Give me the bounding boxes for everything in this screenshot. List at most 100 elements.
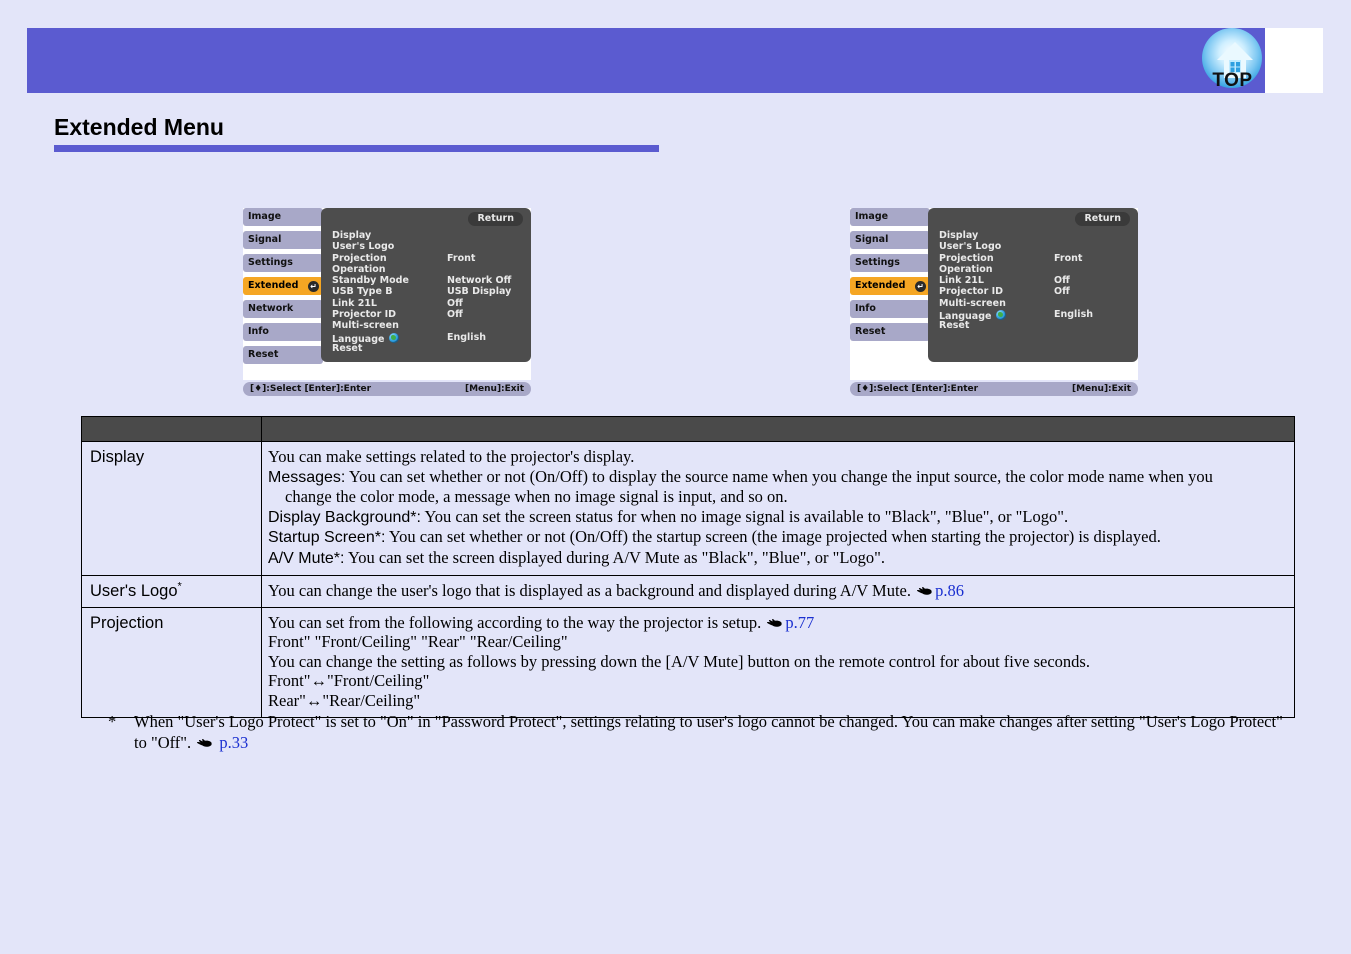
osd-menu-row-label: Standby Mode bbox=[332, 275, 409, 287]
footnote-page-link[interactable]: p.33 bbox=[219, 733, 248, 752]
top-icon-label: TOP bbox=[1212, 70, 1253, 91]
osd-left-return-button[interactable]: Return bbox=[468, 212, 523, 226]
osd-menu-row-label: User's Logo bbox=[939, 241, 1002, 253]
osd-menu-row[interactable]: Projection Front bbox=[332, 253, 525, 264]
osd-menu-row[interactable]: Language English bbox=[332, 331, 525, 345]
osd-menu-row[interactable]: User's Logo bbox=[332, 241, 525, 252]
table-header-cell-name bbox=[81, 416, 262, 442]
osd-menu-row[interactable]: Reset bbox=[939, 320, 1132, 331]
osd-sidebar-item-reset[interactable]: Reset bbox=[243, 346, 323, 364]
description-term: A/V Mute*: bbox=[268, 549, 345, 567]
osd-menu-row[interactable]: Operation bbox=[332, 264, 525, 275]
osd-sidebar-item-image[interactable]: Image bbox=[243, 208, 323, 226]
osd-menu-row[interactable]: Multi-screen bbox=[332, 320, 525, 331]
osd-menu-row[interactable]: User's Logo bbox=[939, 241, 1132, 252]
osd-menu-row[interactable]: Projection Front bbox=[939, 253, 1132, 264]
globe-icon bbox=[996, 310, 1007, 321]
osd-sidebar-item-extended[interactable]: Extended ↵ bbox=[850, 277, 930, 295]
osd-right-sidebar: Image Signal Settings Extended ↵ Info Reset bbox=[850, 208, 930, 346]
osd-screenshot-left: Image Signal Settings Extended ↵ Network Info R… bbox=[243, 208, 531, 396]
osd-menu-row-value: English bbox=[447, 331, 486, 343]
osd-menu-row[interactable]: Display bbox=[939, 230, 1132, 241]
osd-menu-row[interactable]: Projector ID Off bbox=[939, 286, 1132, 297]
table-cell-setting-name: User's Logo* bbox=[81, 574, 262, 608]
footnote: * When "User's Logo Protect" is set to "… bbox=[108, 711, 1293, 753]
osd-menu-row-label: Display bbox=[332, 230, 372, 241]
osd-menu-row[interactable]: Standby Mode Network Off bbox=[332, 275, 525, 286]
osd-sidebar-item-settings[interactable]: Settings bbox=[243, 254, 323, 272]
table-row: User's Logo* You can change the user's lo… bbox=[81, 574, 1295, 608]
description-text: You can set the screen status for when n… bbox=[420, 506, 1069, 526]
description-term: Display Background*: bbox=[268, 508, 421, 526]
osd-menu-row-value: Off bbox=[1054, 275, 1070, 287]
osd-menu-row-value: Network Off bbox=[447, 275, 512, 287]
osd-menu-row-label: Operation bbox=[939, 263, 993, 275]
osd-sidebar-item-label: Reset bbox=[855, 326, 886, 337]
osd-sidebar-item-network[interactable]: Network bbox=[243, 300, 323, 318]
osd-sidebar-item-label: Network bbox=[248, 303, 294, 314]
description-term: Startup Screen*: bbox=[268, 529, 386, 547]
description-text: You can change the setting as follows by… bbox=[268, 651, 1090, 671]
osd-menu-row[interactable]: USB Type B USB Display bbox=[332, 286, 525, 297]
osd-sidebar-item-extended[interactable]: Extended ↵ bbox=[243, 277, 323, 295]
description-line: Messages: You can set whether or not (On… bbox=[268, 467, 1286, 488]
osd-sidebar-item-signal[interactable]: Signal bbox=[243, 231, 323, 249]
osd-sidebar-item-info[interactable]: Info bbox=[243, 323, 323, 341]
osd-left-sidebar: Image Signal Settings Extended ↵ Network Info R… bbox=[243, 208, 323, 369]
page-reference-link[interactable]: p.86 bbox=[935, 581, 964, 600]
osd-right-footer: [♦]:Select [Enter]:Enter [Menu]:Exit bbox=[850, 382, 1138, 396]
osd-sidebar-item-signal[interactable]: Signal bbox=[850, 231, 930, 249]
osd-right-footer-left: [♦]:Select [Enter]:Enter bbox=[857, 384, 979, 394]
description-line: You can change the setting as follows by… bbox=[268, 652, 1286, 672]
description-text: You can set whether or not (On/Off) the … bbox=[385, 527, 1161, 547]
osd-menu-row[interactable]: Display bbox=[332, 230, 525, 241]
osd-menu-row-label: Projector ID bbox=[332, 309, 396, 321]
osd-left-footer-left: [♦]:Select [Enter]:Enter bbox=[250, 384, 372, 394]
osd-menu-row-value: English bbox=[1054, 309, 1093, 321]
description-line: You can set from the following according… bbox=[268, 613, 1286, 633]
table-cell-setting-name: Display bbox=[81, 441, 262, 576]
osd-left-footer-right: [Menu]:Exit bbox=[464, 384, 524, 394]
header-white-box bbox=[1265, 28, 1323, 93]
osd-left-panel: Return Display User's Logo Projection Front… bbox=[321, 208, 531, 362]
osd-right-panel: Return Display User's Logo Projection Front… bbox=[928, 208, 1138, 362]
page-title: Extended Menu bbox=[54, 114, 224, 140]
osd-menu-row-value: Off bbox=[1054, 286, 1070, 298]
osd-menu-row-value: USB Display bbox=[447, 286, 512, 298]
osd-menu-row-value: Off bbox=[447, 309, 463, 321]
osd-menu-row[interactable]: Projector ID Off bbox=[332, 309, 525, 320]
osd-sidebar-item-label: Extended bbox=[248, 280, 299, 291]
osd-menu-row[interactable]: Link 21L Off bbox=[332, 298, 525, 309]
description-text: Front" "Front/Ceiling" "Rear" "Rear/Ceil… bbox=[268, 632, 568, 652]
osd-menu-row-label: Operation bbox=[332, 263, 386, 275]
osd-sidebar-item-info[interactable]: Info bbox=[850, 300, 930, 318]
page-reference-link[interactable]: p.77 bbox=[785, 613, 814, 632]
osd-sidebar-item-reset[interactable]: Reset bbox=[850, 323, 930, 341]
top-home-button[interactable]: TOP bbox=[1199, 26, 1266, 96]
osd-menu-row[interactable]: Multi-screen bbox=[939, 298, 1132, 309]
description-text: You can set whether or not (On/Off) to d… bbox=[345, 466, 1213, 486]
osd-menu-row[interactable]: Language English bbox=[939, 309, 1132, 322]
footnote-star: * bbox=[108, 712, 117, 731]
footnote-marker: * bbox=[177, 580, 182, 593]
description-line: change the color mode, a message when no… bbox=[268, 487, 1286, 507]
description-line: Front"↔"Front/Ceiling" bbox=[268, 671, 1286, 691]
footnote-body: When "User's Logo Protect" is set to "On… bbox=[108, 711, 1293, 753]
description-line: Rear"↔"Rear/Ceiling" bbox=[268, 691, 1286, 711]
description-text: You can change the user's logo that is d… bbox=[268, 580, 912, 600]
osd-menu-row-label: Link 21L bbox=[332, 297, 377, 309]
description-line: Display Background*: You can set the scr… bbox=[268, 507, 1286, 528]
osd-sidebar-item-image[interactable]: Image bbox=[850, 208, 930, 226]
osd-sidebar-item-label: Signal bbox=[248, 234, 282, 245]
table-header-row bbox=[81, 416, 1295, 442]
osd-menu-row-label: Multi-screen bbox=[332, 320, 399, 332]
description-line: Startup Screen*: You can set whether or … bbox=[268, 527, 1286, 548]
osd-right-return-button[interactable]: Return bbox=[1075, 212, 1130, 226]
osd-menu-row[interactable]: Reset bbox=[332, 343, 525, 354]
osd-sidebar-item-label: Extended bbox=[855, 280, 906, 291]
osd-menu-row-label: Link 21L bbox=[939, 275, 984, 287]
osd-menu-row[interactable]: Operation bbox=[939, 264, 1132, 275]
osd-menu-row[interactable]: Link 21L Off bbox=[939, 275, 1132, 286]
osd-sidebar-item-settings[interactable]: Settings bbox=[850, 254, 930, 272]
enter-arrow-icon: ↵ bbox=[308, 281, 319, 292]
